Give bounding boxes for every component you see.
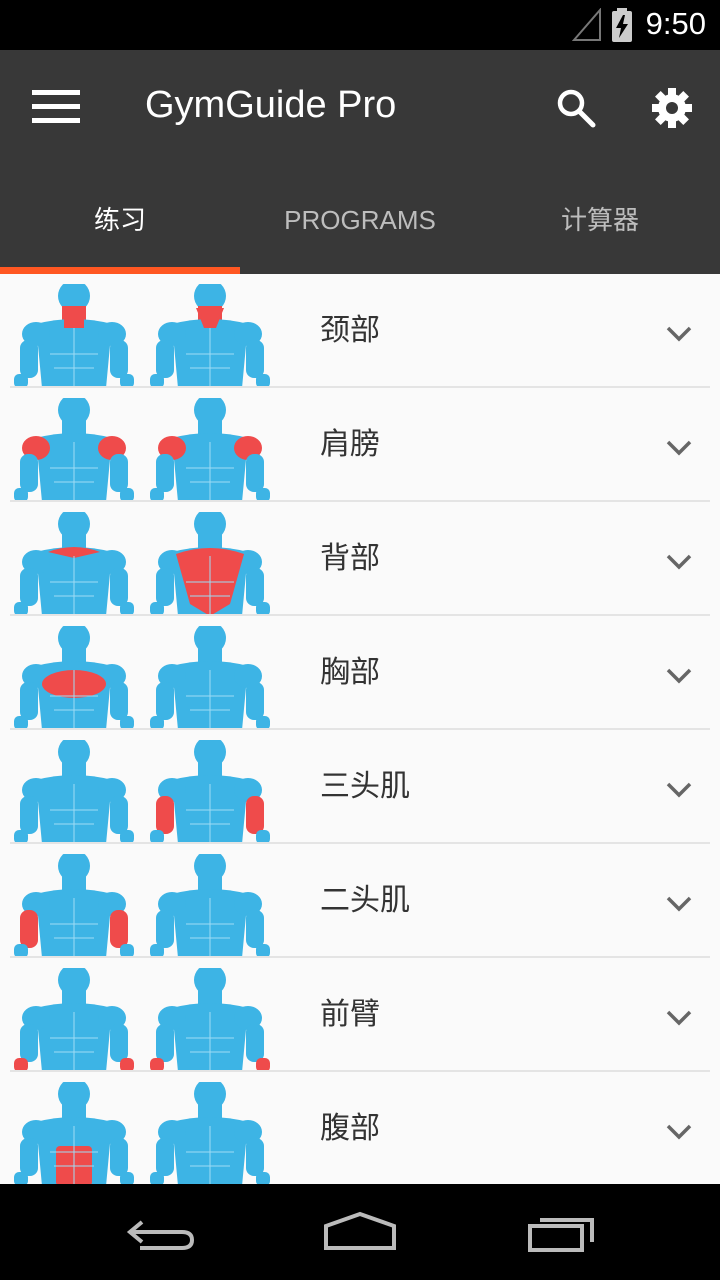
menu-icon[interactable]: [20, 82, 92, 130]
status-bar: 9:50: [0, 0, 720, 50]
muscle-group-row-abs[interactable]: 腹部: [0, 1072, 720, 1184]
tab-label: PROGRAMS: [284, 205, 436, 235]
app-bar: GymGuide Pro 练习 PROGRAMS 计算器: [0, 50, 720, 274]
tab-label: 练习: [93, 205, 146, 235]
signal-icon: [572, 8, 601, 41]
muscle-group-row-chest[interactable]: 胸部: [0, 616, 720, 730]
muscle-group-label: 三头肌: [320, 769, 410, 804]
muscle-group-row-shoulders[interactable]: 肩膀: [0, 388, 720, 502]
chevron-down-icon[interactable]: [662, 430, 696, 464]
muscle-group-label: 前臂: [320, 997, 380, 1032]
navigation-bar: [0, 1184, 720, 1280]
tab-bar: 练习 PROGRAMS 计算器: [0, 170, 720, 274]
tab-calculator[interactable]: 计算器: [480, 170, 720, 274]
tab-label: 计算器: [560, 205, 639, 235]
chevron-down-icon[interactable]: [662, 1114, 696, 1148]
settings-gear-icon[interactable]: [642, 80, 702, 136]
muscle-group-label: 背部: [320, 541, 380, 576]
chevron-down-icon[interactable]: [662, 544, 696, 578]
search-icon[interactable]: [548, 80, 604, 136]
muscle-group-row-triceps[interactable]: 三头肌: [0, 730, 720, 844]
muscle-group-row-biceps[interactable]: 二头肌: [0, 844, 720, 958]
chevron-down-icon[interactable]: [662, 772, 696, 806]
muscle-diagram: [14, 626, 270, 730]
recent-apps-icon[interactable]: [522, 1208, 602, 1256]
muscle-group-label: 肩膀: [320, 427, 380, 462]
muscle-group-row-back[interactable]: 背部: [0, 502, 720, 616]
muscle-diagram: [14, 968, 270, 1072]
home-icon[interactable]: [320, 1208, 400, 1256]
app-title: GymGuide Pro: [145, 84, 397, 126]
muscle-diagram: [14, 512, 270, 616]
active-tab-indicator: [0, 267, 240, 274]
tab-programs[interactable]: PROGRAMS: [240, 170, 480, 274]
clock: 9:50: [645, 6, 706, 41]
chevron-down-icon[interactable]: [662, 316, 696, 350]
muscle-group-row-neck[interactable]: 颈部: [0, 274, 720, 388]
muscle-group-label: 颈部: [320, 313, 380, 348]
chevron-down-icon[interactable]: [662, 886, 696, 920]
muscle-group-label: 腹部: [320, 1111, 380, 1146]
chevron-down-icon[interactable]: [662, 1000, 696, 1034]
muscle-group-list: 颈部肩膀背部胸部三头肌二头肌前臂腹部: [0, 274, 720, 1184]
muscle-diagram: [14, 398, 270, 502]
muscle-group-label: 二头肌: [320, 883, 410, 918]
muscle-diagram: [14, 854, 270, 958]
muscle-diagram: [14, 1082, 270, 1184]
muscle-group-row-forearms[interactable]: 前臂: [0, 958, 720, 1072]
muscle-diagram: [14, 740, 270, 844]
muscle-group-label: 胸部: [320, 655, 380, 690]
battery-charging-icon: [612, 8, 632, 42]
muscle-diagram: [14, 284, 270, 388]
back-icon[interactable]: [120, 1208, 200, 1256]
tab-exercises[interactable]: 练习: [0, 170, 240, 274]
chevron-down-icon[interactable]: [662, 658, 696, 692]
